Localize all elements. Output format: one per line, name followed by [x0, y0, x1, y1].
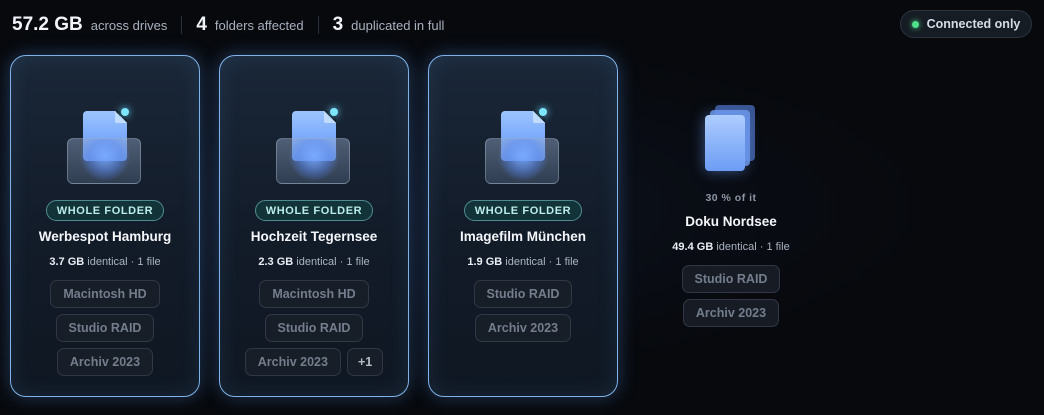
- drive-list: Macintosh HD Studio RAID Archiv 2023 +1: [244, 280, 384, 382]
- folder-card-hochzeit-tegernsee[interactable]: WHOLE FOLDER Hochzeit Tegernsee 2.3 GB i…: [219, 55, 409, 397]
- folder-meta-text: identical · 1 file: [502, 256, 579, 268]
- drive-chip[interactable]: Archiv 2023: [474, 314, 572, 342]
- folder-meta: 2.3 GB identical · 1 file: [258, 256, 369, 268]
- folder-title: Werbespot Hamburg: [38, 229, 172, 244]
- folders-count: 4: [196, 14, 207, 35]
- folder-meta: 3.7 GB identical · 1 file: [49, 256, 160, 268]
- whole-folder-badge: WHOLE FOLDER: [45, 200, 165, 221]
- drive-chip[interactable]: Archiv 2023: [682, 299, 780, 327]
- drive-list: Studio RAID Archiv 2023: [681, 265, 781, 333]
- drive-chip[interactable]: Archiv 2023: [244, 348, 341, 376]
- files-stack-icon: [703, 105, 759, 177]
- total-size-value: 57.2 GB: [12, 14, 83, 35]
- folder-title: Doku Nordsee: [685, 214, 777, 229]
- folder-meta: 49.4 GB identical · 1 file: [672, 241, 789, 253]
- folder-size: 49.4 GB: [672, 241, 714, 253]
- folder-card-imagefilm-muenchen[interactable]: WHOLE FOLDER Imagefilm München 1.9 GB id…: [428, 55, 618, 397]
- folder-size: 3.7 GB: [49, 256, 85, 268]
- folder-meta: 1.9 GB identical · 1 file: [467, 256, 578, 268]
- summary-bar: 57.2 GB across drives 4 folders affected…: [12, 12, 444, 38]
- status-dot-icon: [911, 20, 919, 28]
- drive-chip[interactable]: Studio RAID: [681, 265, 781, 293]
- stat-total-size: 57.2 GB across drives: [12, 14, 167, 36]
- folder-title: Hochzeit Tegernsee: [250, 229, 378, 244]
- connected-only-label: Connected only: [926, 17, 1021, 31]
- drive-list: Studio RAID Archiv 2023: [473, 280, 573, 348]
- folder-size: 1.9 GB: [467, 256, 503, 268]
- whole-folder-badge: WHOLE FOLDER: [463, 200, 583, 221]
- more-drives-button[interactable]: +1: [346, 348, 384, 376]
- folder-meta-text: identical · 1 file: [713, 241, 790, 253]
- total-size-label: across drives: [90, 18, 168, 33]
- divider: [317, 16, 319, 34]
- drive-chip[interactable]: Studio RAID: [55, 314, 155, 342]
- folder-card-werbespot-hamburg[interactable]: WHOLE FOLDER Werbespot Hamburg 3.7 GB id…: [10, 55, 200, 397]
- duplicate-portion: 30 % of it: [705, 192, 757, 204]
- drive-chip[interactable]: Studio RAID: [473, 280, 573, 308]
- drive-chip[interactable]: Archiv 2023: [56, 348, 154, 376]
- whole-folder-badge: WHOLE FOLDER: [254, 200, 374, 221]
- divider: [181, 16, 183, 34]
- drive-chip[interactable]: Studio RAID: [264, 314, 364, 342]
- connected-only-toggle[interactable]: Connected only: [900, 10, 1032, 38]
- drive-list: Macintosh HD Studio RAID Archiv 2023: [50, 280, 160, 382]
- folder-meta-text: identical · 1 file: [293, 256, 370, 268]
- folders-label: folders affected: [214, 18, 304, 33]
- folder-icon: [276, 108, 352, 188]
- stat-duplicated: 3 duplicated in full: [333, 14, 445, 36]
- folder-card-doku-nordsee[interactable]: 30 % of it Doku Nordsee 49.4 GB identica…: [636, 55, 826, 397]
- drive-chip[interactable]: Macintosh HD: [259, 280, 369, 308]
- duplicated-count: 3: [332, 14, 344, 35]
- folder-icon: [485, 108, 561, 188]
- drive-chip[interactable]: Macintosh HD: [50, 280, 160, 308]
- stat-folders: 4 folders affected: [196, 14, 303, 36]
- folder-size: 2.3 GB: [258, 256, 294, 268]
- duplicates-overview: 57.2 GB across drives 4 folders affected…: [0, 0, 1044, 415]
- folder-title: Imagefilm München: [459, 229, 586, 244]
- folder-icon: [67, 108, 143, 188]
- duplicated-label: duplicated in full: [351, 18, 445, 33]
- folder-meta-text: identical · 1 file: [84, 256, 161, 268]
